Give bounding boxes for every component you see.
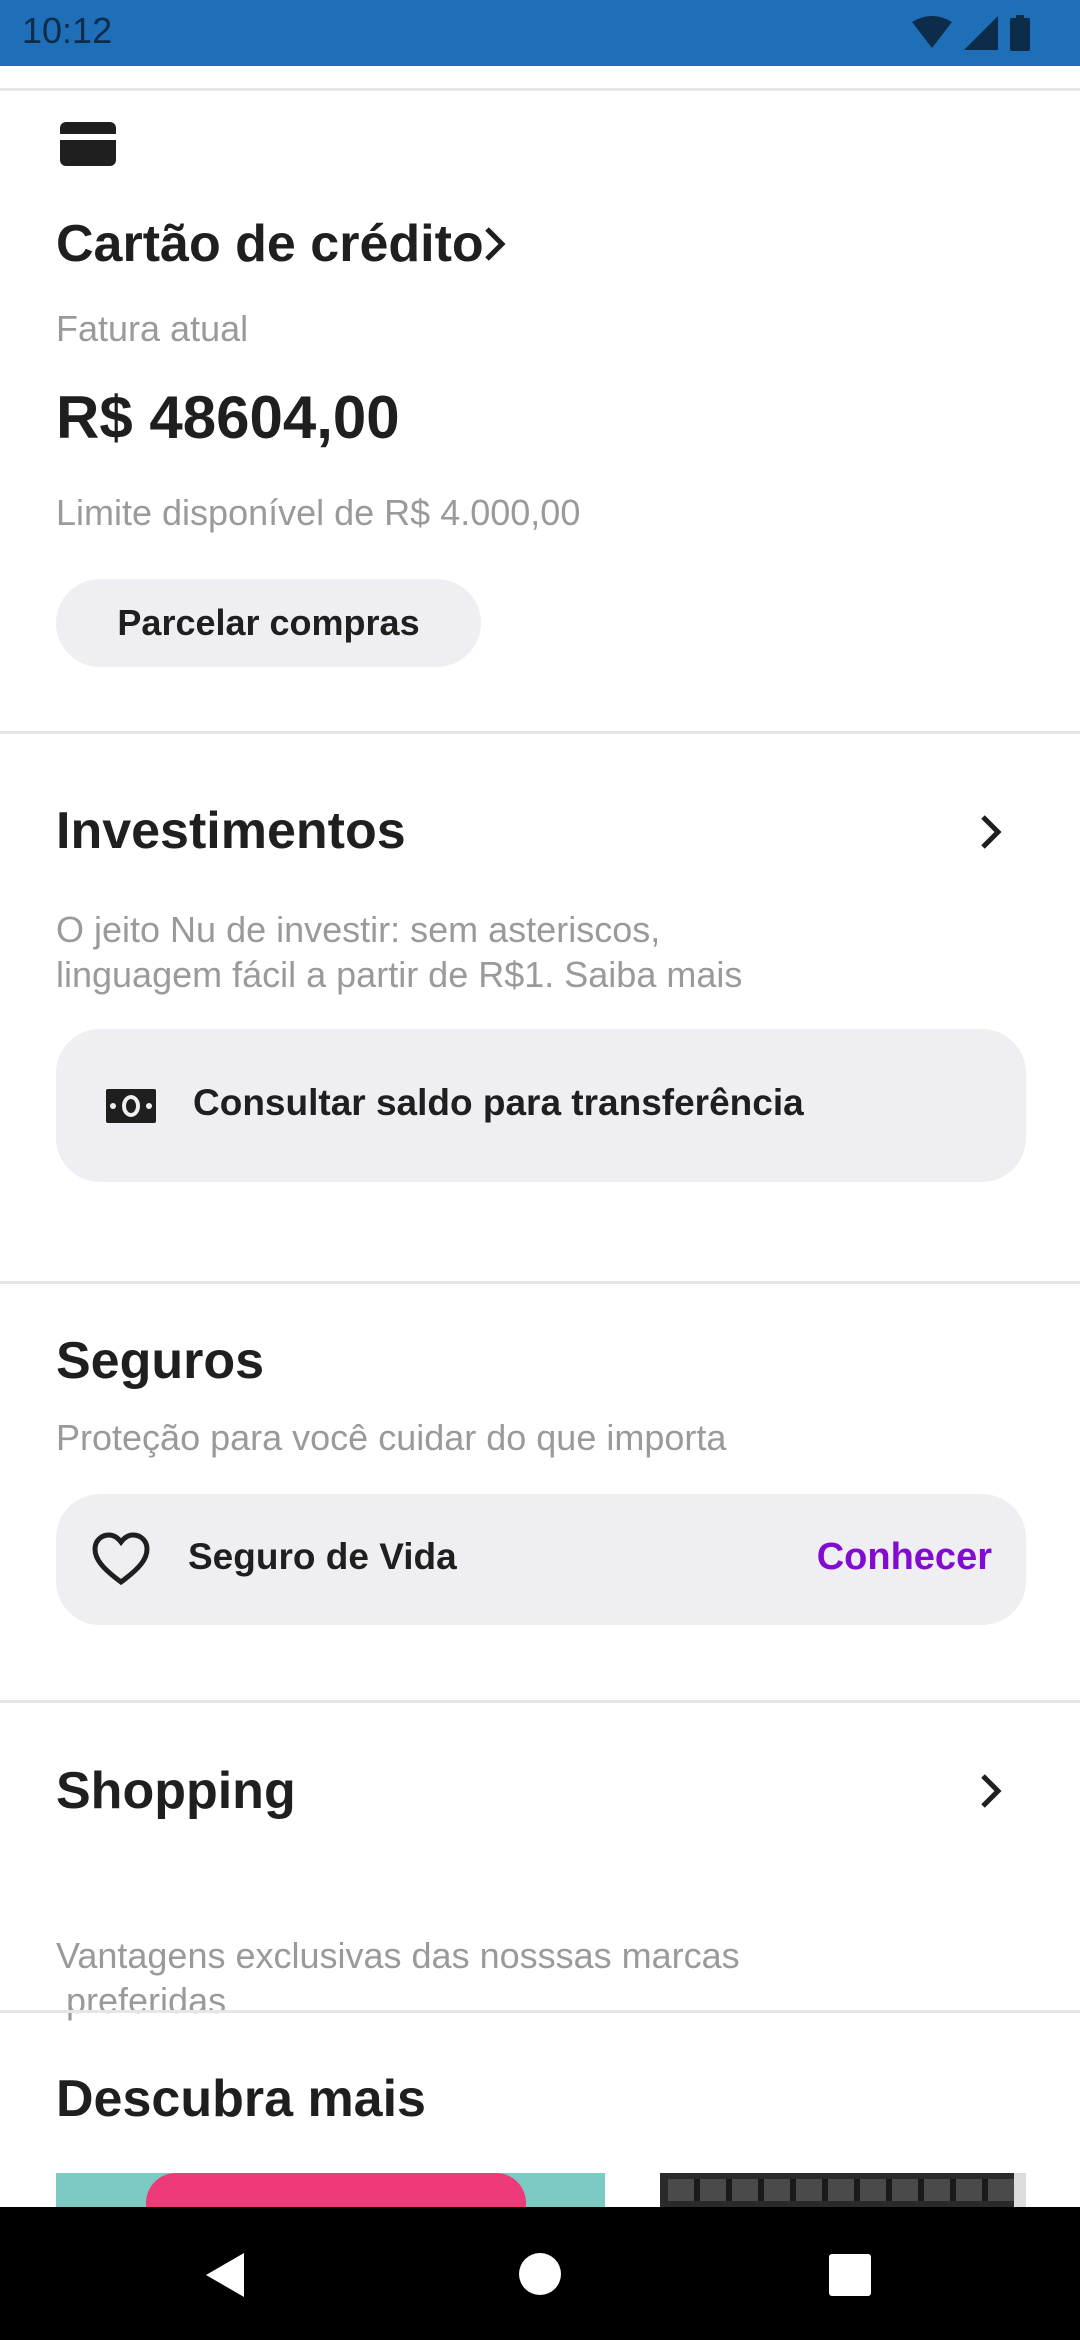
investments-description-line2: linguagem fácil a partir de R$1. Saiba m…: [56, 954, 743, 995]
divider: [0, 1700, 1080, 1703]
installments-button[interactable]: Parcelar compras: [56, 579, 481, 667]
shopping-description-line2: preferidas: [56, 1980, 227, 2021]
divider: [0, 88, 1080, 91]
available-limit: Limite disponível de R$ 4.000,00: [56, 492, 581, 533]
chevron-right-icon[interactable]: [978, 812, 1004, 852]
insurance-description: Proteção para você cuidar do que importa: [56, 1417, 727, 1458]
navigation-bar: [0, 2207, 1080, 2340]
signal-icon: [964, 16, 998, 50]
status-time: 10:12: [22, 10, 113, 51]
investments-description-line1: O jeito Nu de investir: sem asteriscos,: [56, 909, 661, 950]
battery-icon: [1010, 15, 1030, 51]
status-icons: [912, 14, 1030, 52]
invoice-label: Fatura atual: [56, 308, 249, 349]
divider: [0, 2010, 1080, 2013]
divider: [0, 1281, 1080, 1284]
life-insurance-label: Seguro de Vida: [188, 1536, 457, 1577]
life-insurance-card[interactable]: Seguro de Vida Conhecer: [56, 1494, 1026, 1625]
chevron-right-icon[interactable]: [482, 224, 508, 264]
check-balance-label: Consultar saldo para transferência: [193, 1082, 804, 1123]
recents-icon[interactable]: [829, 2254, 871, 2296]
credit-card-icon: [60, 122, 116, 166]
wifi-icon: [912, 16, 952, 48]
back-icon[interactable]: [204, 2251, 248, 2299]
divider: [0, 731, 1080, 734]
home-scroll-content[interactable]: Cartão de crédito Fatura atual R$ 48604,…: [0, 66, 1080, 2207]
shopping-description-line1: Vantagens exclusivas das nosssas marcas: [56, 1935, 740, 1976]
status-bar: 10:12: [0, 0, 1080, 66]
heart-icon: [92, 1532, 150, 1586]
chevron-right-icon[interactable]: [978, 1771, 1004, 1811]
money-icon: [106, 1089, 156, 1123]
home-icon[interactable]: [519, 2253, 561, 2295]
discover-card-image[interactable]: [56, 2173, 605, 2207]
credit-card-title[interactable]: Cartão de crédito: [56, 214, 484, 274]
check-balance-button[interactable]: Consultar saldo para transferência: [56, 1029, 1026, 1182]
shopping-title[interactable]: Shopping: [56, 1761, 296, 1821]
discover-card-image[interactable]: [660, 2173, 1026, 2207]
know-more-link[interactable]: Conhecer: [817, 1536, 992, 1579]
discover-more-title: Descubra mais: [56, 2070, 426, 2128]
invoice-amount: R$ 48604,00: [56, 384, 400, 451]
investments-title[interactable]: Investimentos: [56, 801, 406, 861]
insurance-title: Seguros: [56, 1332, 265, 1390]
